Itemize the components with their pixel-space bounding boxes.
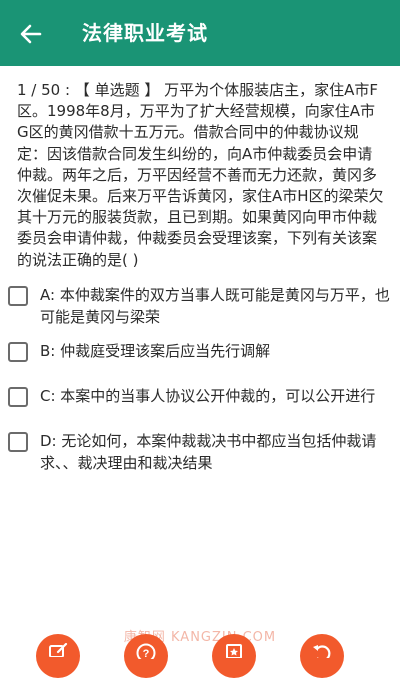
undo-icon — [313, 645, 331, 658]
option-b-checkbox[interactable] — [8, 342, 28, 362]
option-d-label: D: 无论如何，本案仲裁裁决书中都应当包括仲裁请求、、裁决理由和裁决结果 — [40, 432, 377, 472]
option-b-label: B: 仲裁庭受理该案后应当先行调解 — [40, 342, 271, 360]
bookmark-button[interactable] — [212, 634, 256, 678]
option-d-checkbox[interactable] — [8, 432, 28, 452]
bookmark-icon — [226, 644, 242, 658]
option-d[interactable]: D: 无论如何，本案仲裁裁决书中都应当包括仲裁请求、、裁决理由和裁决结果 — [8, 430, 398, 474]
svg-text:?: ? — [143, 648, 150, 659]
question-text: 1 / 50 : 【 单选题 】 万平为个体服装店主，家住A市F区。1998年8… — [17, 81, 384, 269]
option-c-label: C: 本案中的当事人协议公开仲裁的，可以公开进行 — [40, 387, 376, 405]
option-a-label: A: 本仲裁案件的双方当事人既可能是黄冈与万平，也可能是黄冈与梁荣 — [40, 286, 390, 326]
option-c-checkbox[interactable] — [8, 387, 28, 407]
undo-button[interactable] — [300, 634, 344, 678]
option-c[interactable]: C: 本案中的当事人协议公开仲裁的，可以公开进行 — [8, 385, 398, 407]
back-button[interactable] — [14, 17, 48, 51]
help-button[interactable]: ? — [124, 634, 168, 678]
arrow-left-icon — [20, 24, 42, 44]
option-a[interactable]: A: 本仲裁案件的双方当事人既可能是黄冈与万平，也可能是黄冈与梁荣 — [8, 284, 398, 328]
edit-button[interactable] — [36, 634, 80, 678]
option-b[interactable]: B: 仲裁庭受理该案后应当先行调解 — [8, 340, 398, 362]
app-bar: 法律职业考试 — [0, 0, 400, 66]
edit-icon — [49, 643, 68, 657]
page-title: 法律职业考试 — [82, 21, 208, 45]
option-a-checkbox[interactable] — [8, 286, 28, 306]
help-icon: ? — [136, 643, 156, 659]
